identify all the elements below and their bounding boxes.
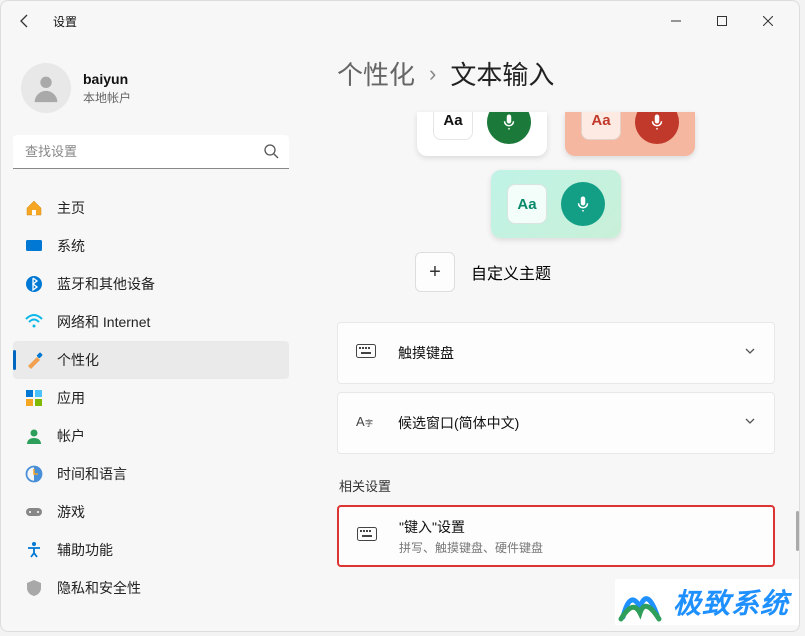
sidebar-item-personalization[interactable]: 个性化 [13,341,289,379]
sidebar-item-label: 隐私和安全性 [57,578,141,598]
watermark-logo-icon [615,579,665,625]
theme-aa-label: Aa [581,112,621,140]
mic-icon [561,182,605,226]
keyboard-icon [357,527,379,546]
chevron-down-icon [744,344,756,362]
scrollbar[interactable] [796,511,799,551]
sidebar-item-bluetooth[interactable]: 蓝牙和其他设备 [13,265,289,303]
sidebar-item-time[interactable]: 时间和语言 [13,455,289,493]
accessibility-icon [25,541,43,559]
svg-text:A: A [356,414,365,429]
time-icon [25,465,43,483]
plus-icon: + [429,261,441,284]
brush-icon [25,351,43,369]
setting-row-typing[interactable]: "键入"设置 拼写、触摸键盘、硬件键盘 [337,505,775,567]
svg-text:字: 字 [365,418,373,428]
sidebar-item-label: 帐户 [57,426,85,446]
theme-card-light[interactable]: Aa [417,112,547,156]
theme-card-mint[interactable]: Aa [491,170,621,238]
sidebar-item-label: 游戏 [57,502,85,522]
theme-card-pink[interactable]: Aa [565,112,695,156]
theme-aa-label: Aa [507,184,547,224]
game-icon [25,503,43,521]
setting-row-candidate[interactable]: A字 候选窗口(简体中文) [337,392,775,454]
account-icon [25,427,43,445]
minimize-button[interactable] [653,5,699,37]
privacy-icon [25,579,43,597]
row-title: 触摸键盘 [398,343,724,363]
back-button[interactable] [9,5,41,37]
sidebar-item-system[interactable]: 系统 [13,227,289,265]
sidebar-item-privacy[interactable]: 隐私和安全性 [13,569,289,607]
search-input[interactable] [13,135,289,169]
breadcrumb: 个性化 › 文本输入 [337,55,775,92]
apps-icon [25,389,43,407]
sidebar-item-label: 系统 [57,236,85,256]
mic-icon [487,112,531,144]
sidebar-item-apps[interactable]: 应用 [13,379,289,417]
titlebar: 设置 [1,1,799,41]
search-icon [263,143,279,164]
nav-list: 主页 系统 蓝牙和其他设备 网络和 Internet 个性化 [13,189,289,607]
sidebar-item-label: 主页 [57,198,85,218]
main-content: 个性化 › 文本输入 Aa Aa Aa [301,41,799,631]
person-icon [29,71,63,105]
account-name: baiyun [83,71,131,87]
maximize-button[interactable] [699,5,745,37]
row-title: 候选窗口(简体中文) [398,413,724,433]
wifi-icon [25,313,43,331]
sidebar-item-home[interactable]: 主页 [13,189,289,227]
custom-theme-row[interactable]: + 自定义主题 [415,252,775,292]
watermark: 极致系统 [615,579,799,625]
row-title: "键入"设置 [399,517,755,537]
row-subtitle: 拼写、触摸键盘、硬件键盘 [399,539,755,556]
sidebar-item-accessibility[interactable]: 辅助功能 [13,531,289,569]
related-settings-label: 相关设置 [339,476,775,495]
arrow-left-icon [17,13,33,29]
sidebar-item-label: 个性化 [57,350,99,370]
sidebar-item-label: 时间和语言 [57,464,127,484]
custom-theme-label: 自定义主题 [471,260,551,284]
sidebar: baiyun 本地帐户 主页 系统 [1,41,301,631]
sidebar-item-gaming[interactable]: 游戏 [13,493,289,531]
theme-row-bottom: Aa [337,170,775,238]
add-theme-button[interactable]: + [415,252,455,292]
theme-aa-label: Aa [433,112,473,140]
close-button[interactable] [745,5,791,37]
system-icon [25,237,43,255]
chevron-down-icon [744,414,756,432]
watermark-text: 极致系统 [673,582,789,622]
chevron-right-icon: › [429,61,436,87]
mic-icon [635,112,679,144]
theme-row-top: Aa Aa [337,112,775,156]
font-icon: A字 [356,412,378,435]
sidebar-item-account[interactable]: 帐户 [13,417,289,455]
sidebar-item-network[interactable]: 网络和 Internet [13,303,289,341]
window-title: 设置 [53,13,77,30]
avatar [21,63,71,113]
breadcrumb-parent[interactable]: 个性化 [337,55,415,92]
sidebar-item-label: 网络和 Internet [57,312,150,332]
sidebar-item-label: 辅助功能 [57,540,113,560]
account-section[interactable]: baiyun 本地帐户 [21,63,289,113]
bluetooth-icon [25,275,43,293]
keyboard-icon [356,344,378,363]
breadcrumb-current: 文本输入 [450,55,554,92]
sidebar-item-label: 应用 [57,388,85,408]
account-type: 本地帐户 [83,89,131,106]
search-box[interactable] [13,135,289,169]
sidebar-item-label: 蓝牙和其他设备 [57,274,155,294]
home-icon [25,199,43,217]
setting-row-touch-keyboard[interactable]: 触摸键盘 [337,322,775,384]
